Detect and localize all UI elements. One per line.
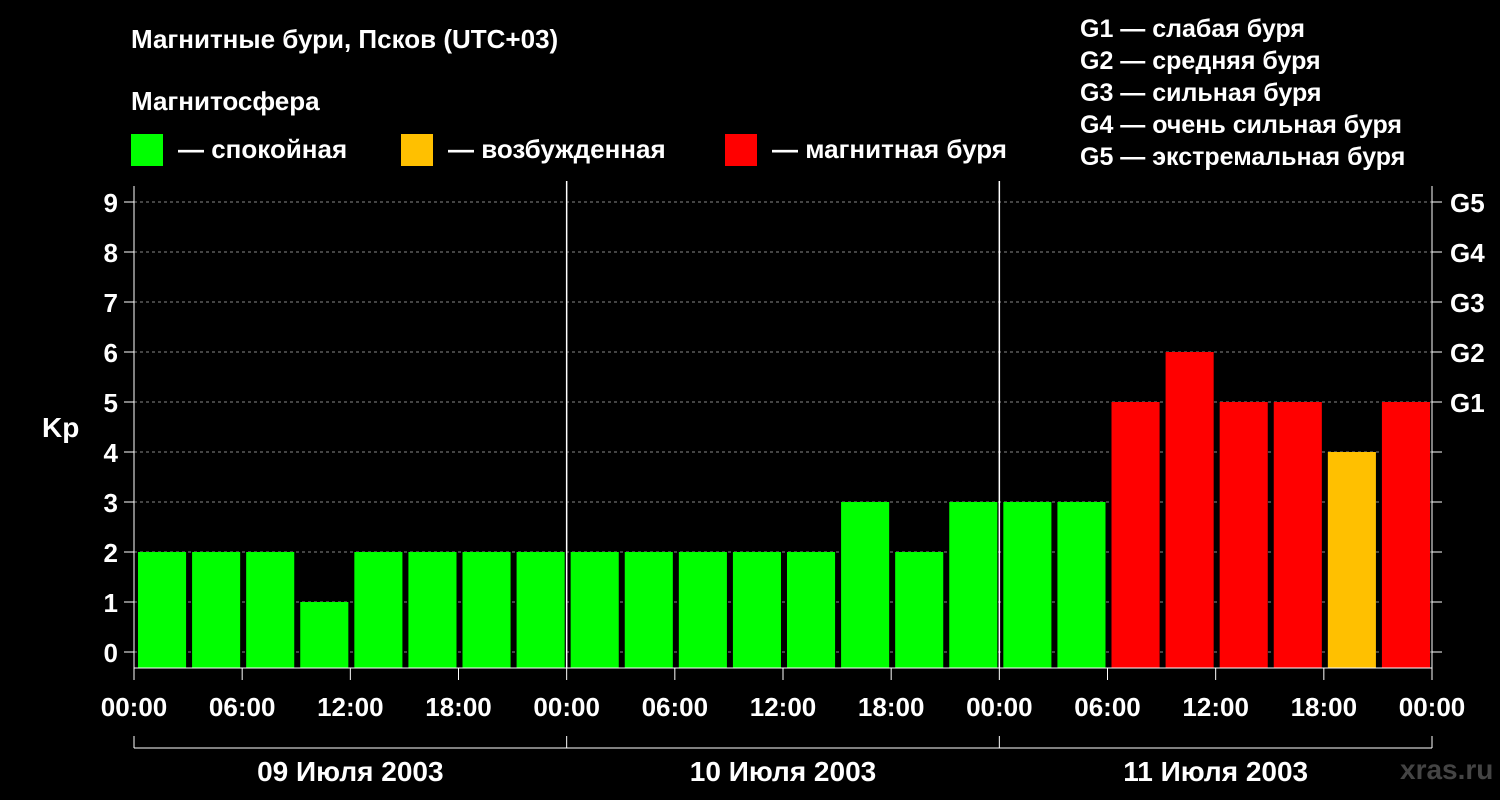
kp-bar [1219,402,1268,668]
kp-bar [408,552,457,668]
kp-bar [1273,402,1322,668]
kp-bar [1003,502,1052,668]
kp-bar [1111,402,1160,668]
kp-bar [1327,452,1376,668]
y-tick-label: 1 [104,588,118,618]
kp-bar [678,552,727,668]
kp-bar [895,552,944,668]
kp-bar [624,552,673,668]
x-tick-label: 12:00 [750,692,817,722]
x-tick-label: 18:00 [425,692,492,722]
kp-bar [300,602,349,668]
kp-bar [1381,402,1430,668]
kp-bar [787,552,836,668]
kp-bar [1165,352,1214,668]
x-tick-label: 12:00 [1182,692,1249,722]
x-tick-label: 12:00 [317,692,384,722]
x-tick-label: 06:00 [642,692,709,722]
kp-bar [516,552,565,668]
y-tick-label: 0 [104,638,118,668]
y-tick-label: 4 [104,438,119,468]
x-tick-label: 00:00 [533,692,600,722]
y-tick-label: 9 [104,188,118,218]
x-tick-label: 00:00 [1399,692,1466,722]
kp-bar [1057,502,1106,668]
watermark: xras.ru [1400,754,1494,785]
kp-bar [246,552,295,668]
x-tick-label: 00:00 [966,692,1033,722]
g-tick-label: G4 [1450,238,1485,268]
x-tick-label: 06:00 [1074,692,1141,722]
day-label: 11 Июля 2003 [1123,756,1308,787]
g-tick-label: G1 [1450,388,1485,418]
kp-bar [949,502,998,668]
kp-bar [841,502,890,668]
y-tick-label: 6 [104,338,118,368]
x-tick-label: 06:00 [209,692,276,722]
g-tick-label: G3 [1450,288,1485,318]
kp-bar [354,552,403,668]
x-tick-label: 00:00 [101,692,168,722]
y-axis-label: Kp [42,412,79,443]
kp-bar [138,552,187,668]
day-label: 09 Июля 2003 [257,756,443,787]
day-label: 10 Июля 2003 [690,756,876,787]
kp-bar [192,552,241,668]
y-tick-label: 5 [104,388,118,418]
g-tick-label: G2 [1450,338,1485,368]
y-tick-label: 2 [104,538,118,568]
kp-bar [570,552,619,668]
kp-bar [732,552,781,668]
kp-bar-chart: 0 1 2 3 4 5 6 7 8 9 G1 G2 G3 G4 G5 Kp 00:00 06:00 12:00 18:… [42,181,1485,787]
g-tick-label: G5 [1450,188,1485,218]
y-tick-label: 3 [104,488,118,518]
kp-bar [462,552,511,668]
y-tick-label: 8 [104,238,118,268]
x-tick-label: 18:00 [1291,692,1358,722]
x-tick-label: 18:00 [858,692,925,722]
y-tick-label: 7 [104,288,118,318]
